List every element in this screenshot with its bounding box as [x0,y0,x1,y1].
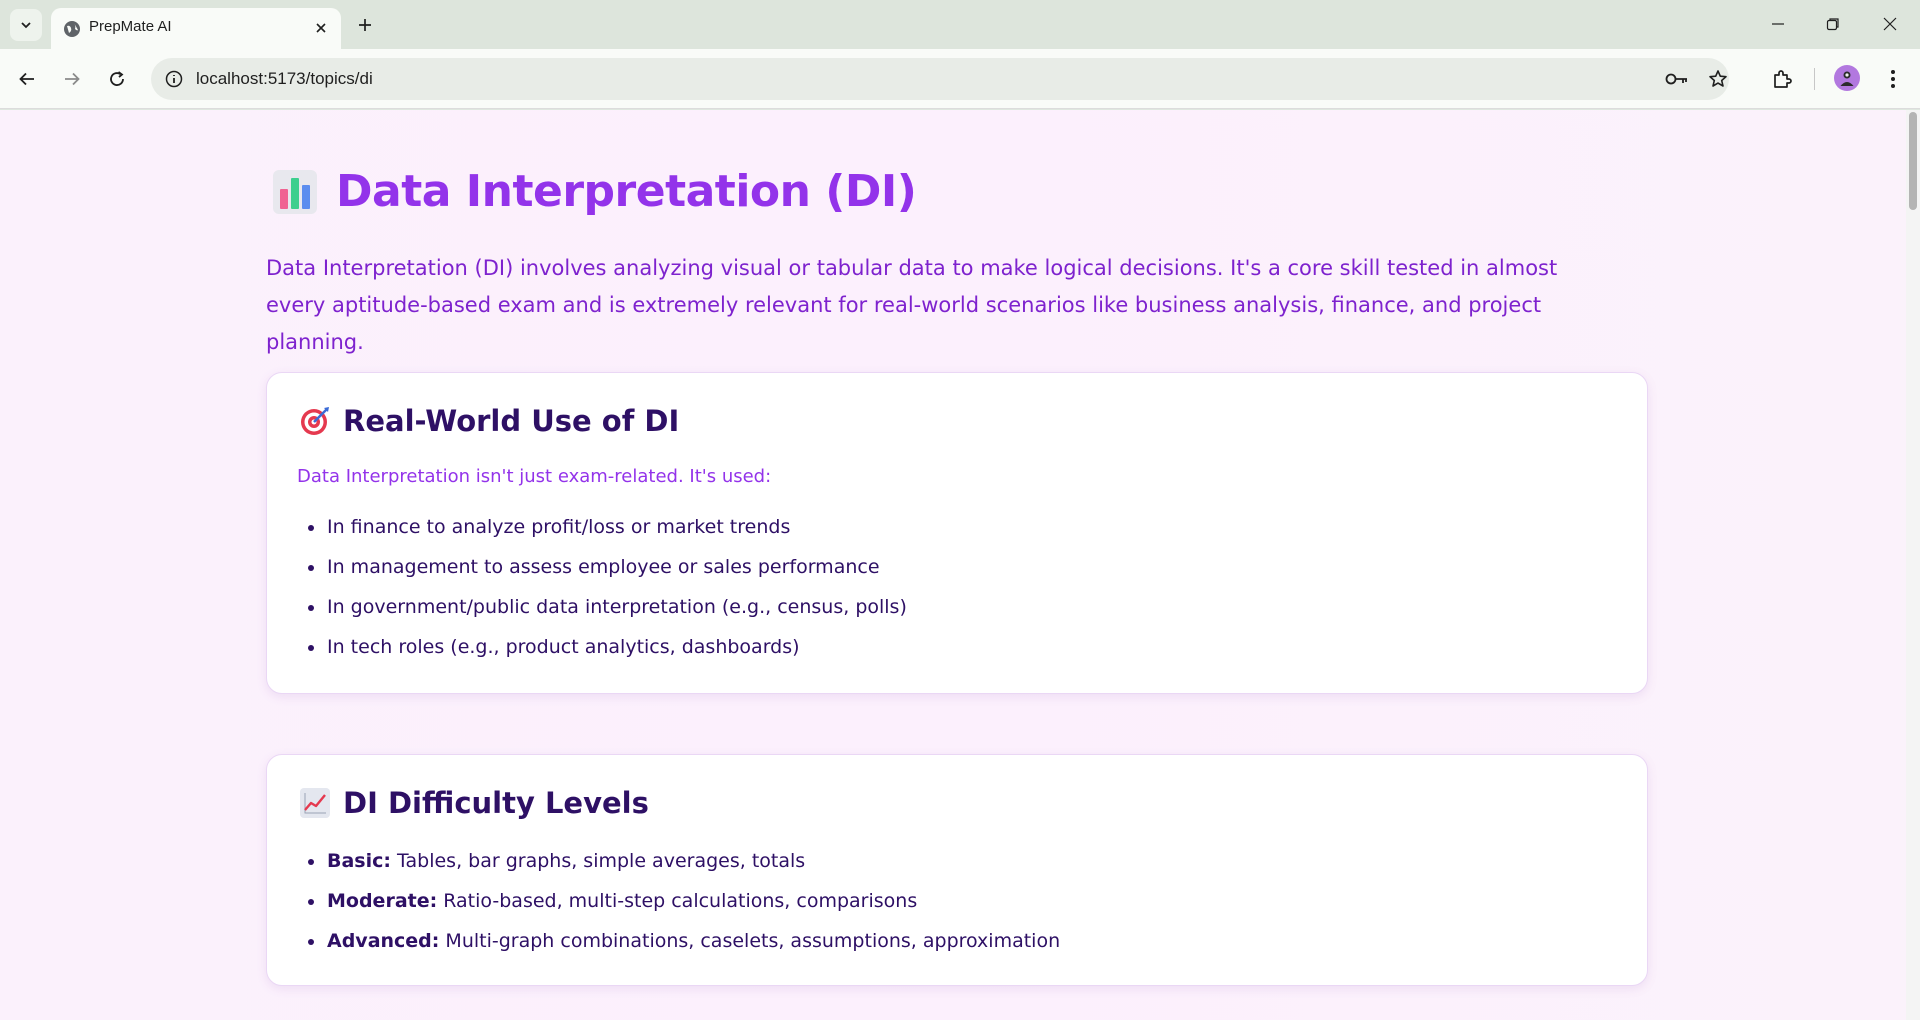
arrow-left-icon [19,72,34,86]
level-description: Multi-graph combinations, caselets, assu… [439,930,1061,952]
menu-kebab-icon[interactable] [1877,63,1909,95]
list-item: In finance to analyze profit/loss or mar… [297,507,907,547]
minimize-icon [1772,23,1784,25]
level-description: Tables, bar graphs, simple averages, tot… [391,850,806,872]
list-item: In government/public data interpretation… [297,587,907,627]
plus-icon [359,19,371,31]
level-label: Advanced: [327,930,440,952]
site-info-icon[interactable] [161,66,187,92]
profile-icon [1840,71,1854,86]
page-title-text: Data Interpretation (DI) [336,166,917,217]
extensions-icon[interactable] [1766,63,1798,95]
chart-increasing-icon [300,788,330,818]
list-item: Basic: Tables, bar graphs, simple averag… [297,841,1060,881]
forward-button[interactable] [54,61,90,97]
section-heading-text: Real-World Use of DI [343,404,680,438]
tab-title: PrepMate AI [89,18,172,35]
target-icon [301,407,329,435]
close-window-button[interactable] [1870,8,1910,40]
section-heading-text: DI Difficulty Levels [343,786,649,820]
globe-icon [64,21,80,37]
reload-icon [110,71,124,86]
page-scrollbar[interactable] [1906,110,1920,1020]
arrow-right-icon [65,72,80,86]
profile-avatar[interactable] [1834,65,1860,91]
tab-strip: PrepMate AI [0,0,1920,49]
toolbar-divider [1814,68,1815,90]
real-world-use-card: Real-World Use of DI Data Interpretation… [266,372,1648,694]
tab-search-button[interactable] [10,9,42,41]
level-label: Moderate: [327,890,438,912]
close-icon [1883,17,1897,31]
address-bar[interactable]: localhost:5173/topics/di [151,58,1729,100]
difficulty-list: Basic: Tables, bar graphs, simple averag… [297,841,1060,961]
bookmark-star-icon[interactable] [1704,65,1732,93]
close-tab-icon[interactable] [311,18,331,38]
scrollbar-thumb[interactable] [1909,112,1917,210]
active-tab[interactable]: PrepMate AI [51,8,341,49]
page-title: Data Interpretation (DI) [272,166,917,217]
chevron-down-icon [21,22,31,29]
password-key-icon[interactable] [1663,65,1691,93]
restore-icon [1826,18,1839,31]
section-heading: DI Difficulty Levels [299,786,649,820]
list-item: In tech roles (e.g., product analytics, … [297,627,907,667]
browser-toolbar: localhost:5173/topics/di [0,49,1920,109]
level-description: Ratio-based, multi-step calculations, co… [437,890,918,912]
usage-list: In finance to analyze profit/loss or mar… [297,507,907,667]
list-item: In management to assess employee or sale… [297,547,907,587]
page-viewport: Data Interpretation (DI) Data Interpreta… [0,110,1906,1020]
minimize-button[interactable] [1758,8,1798,40]
new-tab-button[interactable] [352,12,378,38]
bar-chart-icon [273,169,317,214]
back-button[interactable] [9,61,45,97]
section-heading: Real-World Use of DI [299,404,679,438]
list-item: Advanced: Multi-graph combinations, case… [297,921,1060,961]
url-text[interactable]: localhost:5173/topics/di [196,69,373,89]
restore-button[interactable] [1813,8,1853,40]
list-item: Moderate: Ratio-based, multi-step calcul… [297,881,1060,921]
reload-button[interactable] [99,61,135,97]
intro-paragraph: Data Interpretation (DI) involves analyz… [266,256,1558,354]
section-subtitle: Data Interpretation isn't just exam-rela… [297,466,772,487]
difficulty-levels-card: DI Difficulty Levels Basic: Tables, bar … [266,754,1648,986]
level-label: Basic: [327,850,391,872]
